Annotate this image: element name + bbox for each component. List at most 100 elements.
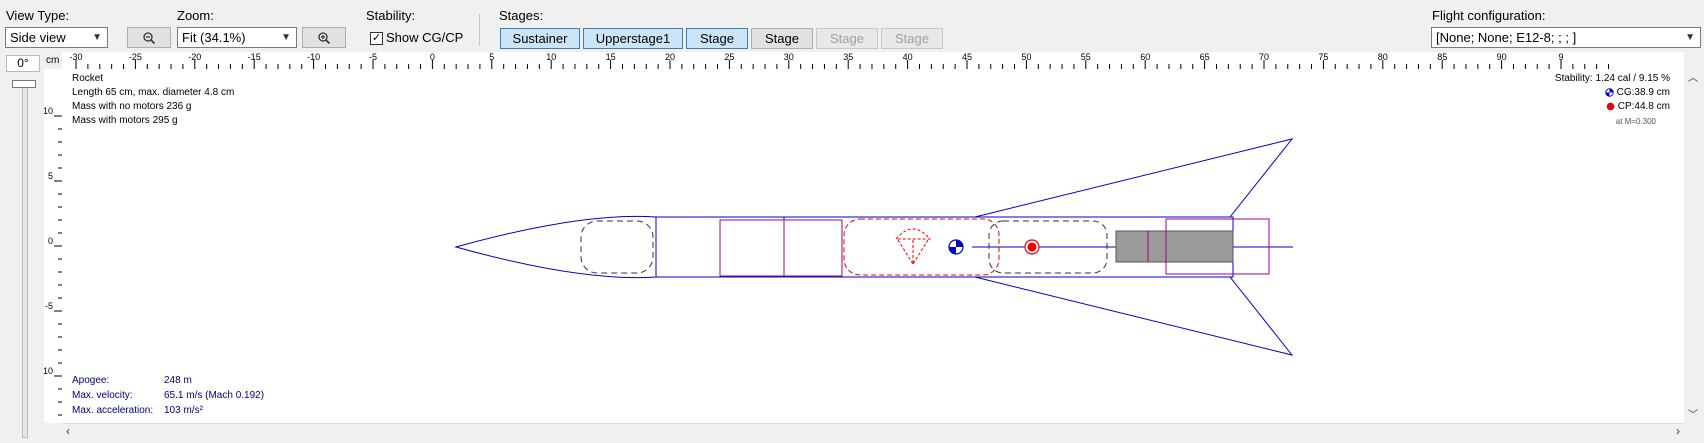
ruler-tick-label: 85	[1437, 52, 1447, 62]
ruler-tick-label: 60	[1140, 52, 1150, 62]
ruler-tick-label: 5	[48, 171, 53, 181]
view-type-value: Side view	[10, 30, 66, 45]
cp-marker	[1024, 239, 1040, 255]
flight-config-select[interactable]: [None; None; E12-8; ; ; ] ▼	[1431, 27, 1701, 48]
acceleration-label: Max. acceleration:	[72, 405, 154, 416]
apogee-label: Apogee:	[72, 375, 110, 386]
zoom-out-icon	[143, 32, 156, 45]
rocket-mass-no-motors: Mass with no motors 236 g	[72, 101, 192, 112]
ruler-tick-label: 0	[48, 236, 53, 246]
ruler-tick-label: 45	[962, 52, 972, 62]
stage-button-3[interactable]: Stage	[686, 28, 748, 49]
cg-readout-row: CG:38.9 cm	[1605, 87, 1670, 98]
rocket-length: Length 65 cm, max. diameter 4.8 cm	[72, 87, 235, 98]
flight-config-value: [None; None; E12-8; ; ; ]	[1436, 30, 1577, 45]
zoom-value: Fit (34.1%)	[182, 30, 246, 45]
ruler-tick-label: 40	[903, 52, 913, 62]
nose-payload-dashed[interactable]	[580, 220, 654, 274]
mass-component-2[interactable]	[783, 219, 843, 277]
ruler-tick-label: -30	[69, 52, 82, 62]
zoom-out-button[interactable]	[127, 27, 171, 48]
stability-label: Stability:	[366, 8, 416, 23]
motor[interactable]	[1115, 230, 1234, 263]
scroll-left-icon[interactable]: ‹	[66, 424, 70, 438]
velocity-label: Max. velocity:	[72, 390, 133, 401]
chevron-down-icon: ▼	[281, 32, 291, 43]
fin-bottom[interactable]	[974, 276, 1294, 356]
chevron-down-icon: ▼	[92, 32, 102, 43]
rotation-slider-track	[22, 86, 28, 438]
show-cgcp-checkbox[interactable]: ✓	[370, 32, 383, 45]
zoom-select[interactable]: Fit (34.1%) ▼	[177, 27, 297, 48]
stages-label: Stages:	[499, 8, 544, 23]
ruler-tick-label: -15	[248, 52, 261, 62]
ruler-tick-label: 25	[724, 52, 734, 62]
toolbar-separator	[479, 14, 480, 46]
horizontal-ruler-ticks: -30 -25 -20 -15 -10 -5 0 5 10 15 20 25 30 35 40 45 50 55 6…	[69, 52, 1610, 69]
rocket-figure	[454, 138, 1294, 356]
horizontal-ruler: -30 -25 -20 -15 -10 -5 0 5 10 15 20 25 30 35 40 45 50 55 6…	[62, 52, 1684, 70]
show-cgcp-label[interactable]: Show CG/CP	[386, 30, 463, 45]
flight-config-label: Flight configuration:	[1432, 8, 1546, 23]
ruler-tick-label: 50	[1021, 52, 1031, 62]
rocket-mass-with-motors: Mass with motors 295 g	[72, 115, 178, 126]
scroll-down-icon[interactable]: ﹀	[1688, 406, 1698, 421]
vertical-ruler: 10 5 0 -5 -10	[40, 69, 63, 423]
velocity-value: 65.1 m/s (Mach 0.192)	[164, 390, 265, 401]
stage-button-4[interactable]: Stage	[751, 28, 813, 49]
cp-readout-row: CP:44.8 cm	[1606, 101, 1670, 112]
scroll-up-icon[interactable]: ︿	[1688, 69, 1698, 84]
ruler-tick-label: -10	[307, 52, 320, 62]
rotation-slider-thumb[interactable]	[12, 80, 36, 88]
ruler-tick-label: -5	[369, 52, 377, 62]
ruler-tick-label: 10	[44, 106, 53, 116]
stage-button-sustainer[interactable]: Sustainer	[500, 28, 580, 49]
nose-cone[interactable]	[454, 215, 657, 279]
ruler-tick-label: 75	[1318, 52, 1328, 62]
parachute-icon	[894, 228, 932, 265]
vertical-ruler-ticks: 10 5 0 -5 -10	[40, 106, 62, 416]
zoom-in-icon	[318, 32, 331, 45]
vertical-scrollbar[interactable]: ︿ ﹀	[1684, 69, 1700, 423]
ruler-tick-label: 20	[665, 52, 675, 62]
rotation-readout: 0°	[6, 55, 40, 72]
rocket-name: Rocket	[72, 73, 104, 84]
stage-button-upperstage1[interactable]: Upperstage1	[583, 28, 683, 49]
ruler-tick-label: 9	[1558, 52, 1563, 62]
ruler-unit: cm	[46, 55, 60, 66]
chevron-down-icon: ▼	[1685, 32, 1695, 43]
ruler-tick-label: -10	[44, 366, 53, 376]
horizontal-scrollbar[interactable]: ‹ ›	[62, 423, 1684, 440]
cp-legend-icon	[1606, 102, 1615, 111]
ruler-tick-label: -5	[45, 301, 53, 311]
ruler-tick-label: 5	[489, 52, 494, 62]
view-type-select[interactable]: Side view ▼	[5, 27, 108, 48]
apogee-value: 248 m	[164, 375, 192, 386]
acceleration-value: 103 m/s²	[164, 405, 203, 416]
zoom-label: Zoom:	[177, 8, 214, 23]
stage-button-6[interactable]: Stage	[881, 28, 943, 49]
ruler-tick-label: 55	[1081, 52, 1091, 62]
ruler-tick-label: 15	[606, 52, 616, 62]
ruler-tick-label: -25	[129, 52, 142, 62]
mass-component-1[interactable]	[719, 219, 785, 277]
rotation-slider[interactable]	[10, 80, 40, 440]
mach-readout: at M=0.300	[1615, 117, 1656, 126]
rocket-figure-canvas[interactable]: Rocket Length 65 cm, max. diameter 4.8 c…	[62, 69, 1684, 423]
ruler-tick-label: 35	[843, 52, 853, 62]
ruler-tick-label: 30	[784, 52, 794, 62]
cg-readout: CG:38.9 cm	[1616, 87, 1670, 98]
stability-readout: Stability: 1.24 cal / 9.15 %	[1554, 73, 1670, 84]
ruler-tick-label: 80	[1378, 52, 1388, 62]
zoom-in-button[interactable]	[302, 27, 346, 48]
fin-top[interactable]	[974, 138, 1294, 218]
cp-readout: CP:44.8 cm	[1617, 101, 1670, 112]
view-type-label: View Type:	[6, 8, 70, 23]
scroll-right-icon[interactable]: ›	[1676, 424, 1680, 438]
ruler-tick-label: 90	[1497, 52, 1507, 62]
ruler-tick-label: 0	[430, 52, 435, 62]
stage-button-5[interactable]: Stage	[816, 28, 878, 49]
ruler-tick-label: -20	[188, 52, 201, 62]
ruler-tick-label: 65	[1200, 52, 1210, 62]
ruler-tick-label: 10	[546, 52, 556, 62]
